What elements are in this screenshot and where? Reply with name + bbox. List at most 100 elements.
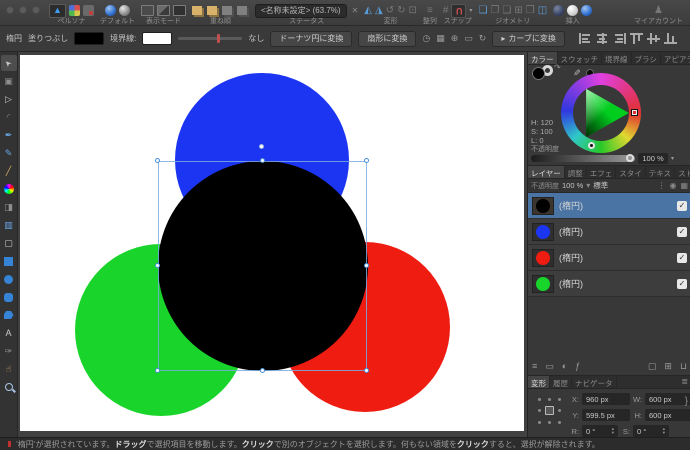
insert-behind-button[interactable]: [553, 5, 564, 16]
layer-settings-icon[interactable]: ▦: [680, 181, 688, 190]
close-document-icon[interactable]: ✕: [352, 6, 359, 15]
flip-vertical-icon[interactable]: ◮: [375, 5, 383, 17]
corner-tool[interactable]: ◜: [1, 109, 17, 125]
shapes-tool[interactable]: [1, 307, 17, 323]
move-backward-icon[interactable]: [222, 6, 232, 15]
opacity-stepper-icon[interactable]: ▾: [671, 155, 674, 162]
opacity-slider-knob[interactable]: [626, 154, 634, 162]
stroke-swatch[interactable]: [142, 32, 172, 45]
flip-horizontal-icon[interactable]: ◭: [364, 5, 372, 17]
swap-fill-stroke-icon[interactable]: ↷: [554, 63, 561, 72]
insert-top-button[interactable]: [567, 5, 578, 16]
tab-effects[interactable]: エフェ: [587, 166, 617, 178]
align-top-icon[interactable]: [630, 33, 643, 44]
rotation-input[interactable]: 0 ° ▴▾: [582, 425, 618, 437]
saturation-lightness-marker[interactable]: [588, 142, 595, 149]
layer-edit-icon[interactable]: ≡: [532, 361, 537, 371]
selection-handle-e[interactable]: [364, 263, 369, 268]
boolean-add-icon[interactable]: ❏: [478, 5, 487, 17]
edit-all-layers-icon[interactable]: ▦: [436, 33, 445, 44]
vector-view-button[interactable]: [141, 5, 154, 16]
selection-handle-se[interactable]: [364, 368, 369, 373]
rotate-ccw-icon[interactable]: ↺: [386, 5, 394, 17]
fill-color-selector[interactable]: [532, 67, 545, 80]
boolean-divide-icon[interactable]: ❒: [526, 5, 535, 17]
hue-marker[interactable]: [631, 109, 638, 116]
convert-to-curves-button[interactable]: ▸ カーブに変換: [492, 31, 565, 47]
layer-visibility-checkbox[interactable]: ✓: [677, 279, 687, 289]
text-tool[interactable]: A: [1, 325, 17, 341]
mask-layer-icon[interactable]: ▭: [545, 361, 554, 372]
zoom-tool[interactable]: [1, 379, 17, 395]
color-picker-tool[interactable]: ✑: [1, 343, 17, 359]
move-forward-icon[interactable]: [207, 6, 217, 15]
selection-handle-nw[interactable]: [155, 158, 160, 163]
sync-defaults-button[interactable]: [105, 5, 116, 16]
move-to-front-icon[interactable]: [192, 6, 202, 15]
layer-row[interactable]: (楕円) ✓: [528, 219, 690, 245]
tab-layers[interactable]: レイヤー: [528, 166, 565, 178]
layer-row[interactable]: (楕円) ✓: [528, 271, 690, 297]
new-group-icon[interactable]: ⊞: [664, 361, 672, 372]
node-tool[interactable]: ▷: [1, 91, 17, 107]
selection-handle-s[interactable]: [260, 368, 265, 373]
snapping-toggle[interactable]: U: [451, 4, 466, 18]
move-to-back-icon[interactable]: [237, 6, 247, 15]
shear-stepper[interactable]: ▴▾: [663, 427, 665, 435]
shear-input[interactable]: 0 ° ▴▾: [633, 425, 669, 437]
align-left-icon[interactable]: [579, 33, 592, 44]
transform-panel-menu-icon[interactable]: ≣: [678, 376, 690, 388]
selection-handle-ne[interactable]: [364, 158, 369, 163]
opacity-slider[interactable]: [531, 155, 635, 162]
transparency-tool[interactable]: ◨: [1, 199, 17, 215]
w-input[interactable]: 600 px: [645, 393, 690, 405]
tab-styles[interactable]: スタイ: [616, 166, 646, 178]
tab-adjustments[interactable]: 調整: [565, 166, 587, 178]
layer-effects-icon[interactable]: ƒ: [575, 361, 580, 372]
tab-stroke[interactable]: 境界線: [602, 52, 632, 64]
tab-transform[interactable]: 変形: [528, 376, 550, 388]
revert-defaults-button[interactable]: [119, 5, 130, 16]
boolean-xor-icon[interactable]: ⊞: [514, 5, 522, 17]
tab-history[interactable]: 履歴: [550, 376, 572, 388]
pixel-view-button[interactable]: [173, 5, 186, 16]
tab-swatches[interactable]: スウォッチ: [558, 52, 603, 64]
window-minimize-icon[interactable]: [19, 6, 27, 14]
rotation-stepper[interactable]: ▴▾: [612, 427, 614, 435]
opacity-value[interactable]: 100 %: [638, 153, 668, 164]
selection-handle-sw[interactable]: [155, 368, 160, 373]
align-bottom-icon[interactable]: [664, 33, 677, 44]
blend-mode-value[interactable]: 標準: [593, 180, 608, 191]
artboard[interactable]: [20, 55, 524, 431]
canvas-area[interactable]: [18, 52, 527, 437]
ellipse-tool[interactable]: [1, 271, 17, 287]
snap-options-dropdown-icon[interactable]: ▾: [469, 7, 472, 14]
adjustment-layer-icon[interactable]: ◐: [562, 361, 567, 372]
convert-to-pie-button[interactable]: 扇形に変換: [358, 31, 416, 47]
layer-opacity-dropdown-icon[interactable]: ▾: [586, 181, 590, 190]
selection-origin-dot[interactable]: [259, 144, 264, 149]
anchor-center-selected[interactable]: [545, 406, 554, 415]
vector-brush-tool[interactable]: ╱: [1, 163, 17, 179]
duplicate-icon[interactable]: ⊡: [408, 5, 416, 17]
rectangle-tool[interactable]: [1, 253, 17, 269]
transform-origin-icon[interactable]: ⊕: [451, 33, 459, 44]
pixel-persona-button[interactable]: [69, 5, 80, 16]
cycle-selection-icon[interactable]: ↻: [479, 33, 487, 44]
align-right-icon[interactable]: [613, 33, 626, 44]
layer-opacity-value[interactable]: 100 %: [562, 181, 583, 190]
rotate-cw-icon[interactable]: ↻: [397, 5, 405, 17]
align-center-icon[interactable]: [596, 33, 609, 44]
view-tool[interactable]: ☝: [1, 361, 17, 377]
move-tool[interactable]: ➤: [1, 55, 17, 71]
color-wheel[interactable]: [561, 73, 641, 153]
layer-visibility-checkbox[interactable]: ✓: [677, 201, 687, 211]
fill-swatch[interactable]: [74, 32, 104, 45]
h-input[interactable]: 600 px: [645, 409, 690, 421]
selection-handle-n[interactable]: [260, 158, 265, 163]
blend-gamma-icon[interactable]: ◉: [669, 181, 676, 190]
pen-tool[interactable]: ✒: [1, 127, 17, 143]
designer-persona-button[interactable]: ▲: [49, 4, 66, 18]
vector-crop-tool[interactable]: ▢: [1, 235, 17, 251]
boolean-combine-icon[interactable]: ◫: [538, 5, 547, 17]
